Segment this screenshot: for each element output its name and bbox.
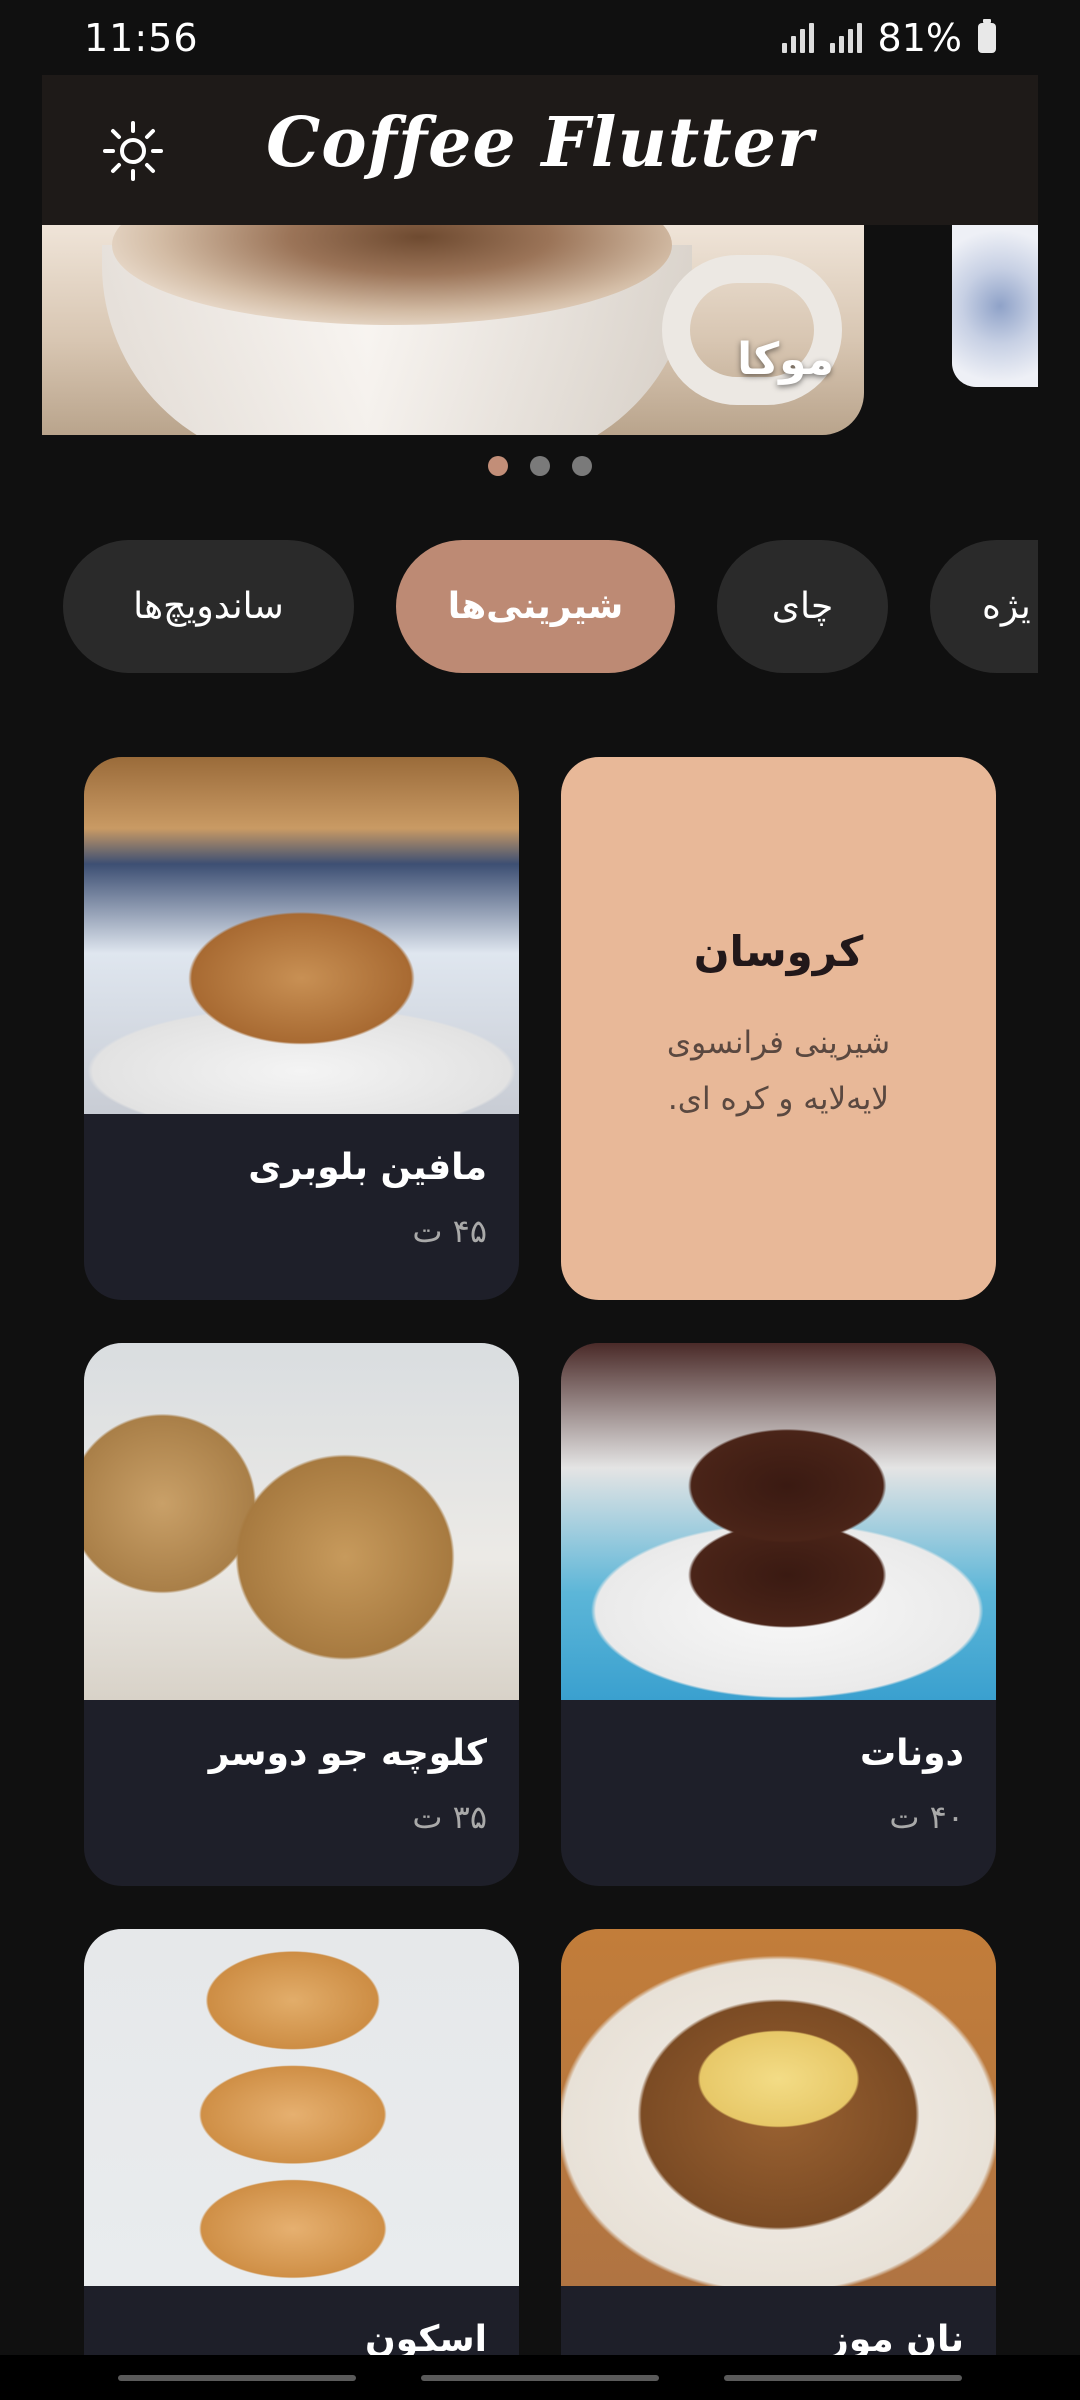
product-image: [84, 1929, 519, 2286]
nav-indicator[interactable]: [421, 2375, 659, 2381]
product-name: اسکون: [365, 2319, 487, 2360]
product-card-scone[interactable]: اسکون: [84, 1929, 519, 2400]
category-chip-special[interactable]: یژه: [930, 540, 1038, 673]
status-bar: 11:56 81%: [42, 0, 1038, 75]
product-price: ۳۵ ت: [412, 1798, 487, 1836]
nav-indicator[interactable]: [724, 2375, 962, 2381]
product-image: [84, 1343, 519, 1700]
battery-level: 81%: [877, 15, 962, 60]
category-chip-sandwiches[interactable]: ساندویچ‌ها: [63, 540, 354, 673]
carousel-slide[interactable]: موکا: [42, 225, 864, 435]
banner-carousel[interactable]: موکا: [42, 225, 1038, 435]
app-bar: Coffee Flutter: [42, 75, 1038, 225]
product-name: نان موز: [828, 2319, 964, 2360]
product-image: [561, 1343, 996, 1700]
carousel-dot[interactable]: [488, 456, 508, 476]
status-time: 11:56: [84, 15, 199, 60]
carousel-slide-label: موکا: [737, 334, 834, 385]
featured-title: کروسان: [693, 927, 864, 976]
category-chip-tea[interactable]: چای: [717, 540, 888, 673]
status-right: 81%: [781, 15, 996, 60]
carousel-dot[interactable]: [530, 456, 550, 476]
featured-card-croissant[interactable]: کروسان شیرینی فرانسوی لایه‌لایه و کره ای…: [561, 757, 996, 1300]
product-card-muffin[interactable]: مافین بلوبری ۴۵ ت: [84, 757, 519, 1300]
product-price: ۴۰ ت: [889, 1798, 964, 1836]
system-nav-bar: [0, 2355, 1080, 2400]
app-title: Coffee Flutter: [266, 103, 814, 183]
product-name: مافین بلوبری: [248, 1147, 487, 1188]
product-card-banana-bread[interactable]: نان موز: [561, 1929, 996, 2400]
product-card-donut[interactable]: دونات ۴۰ ت: [561, 1343, 996, 1886]
product-price: ۴۵ ت: [412, 1212, 487, 1250]
featured-description: شیرینی فرانسوی لایه‌لایه و کره ای.: [666, 1025, 891, 1117]
product-image: [84, 757, 519, 1114]
category-chips: ساندویچ‌ها شیرینی‌ها چای یژه: [42, 540, 1038, 675]
nav-indicator[interactable]: [118, 2375, 356, 2381]
product-image: [561, 1929, 996, 2286]
carousel-dot[interactable]: [572, 456, 592, 476]
carousel-indicator: [0, 456, 1080, 476]
carousel-slide-next[interactable]: [952, 225, 1038, 387]
category-chip-pastries[interactable]: شیرینی‌ها: [396, 540, 675, 673]
signal-icon: [781, 22, 814, 53]
product-name: دونات: [859, 1733, 964, 1774]
battery-icon: [978, 18, 996, 53]
product-name: کلوچه جو دوسر: [208, 1733, 487, 1774]
product-card-oat-cookie[interactable]: کلوچه جو دوسر ۳۵ ت: [84, 1343, 519, 1886]
signal-icon-2: [829, 22, 862, 53]
